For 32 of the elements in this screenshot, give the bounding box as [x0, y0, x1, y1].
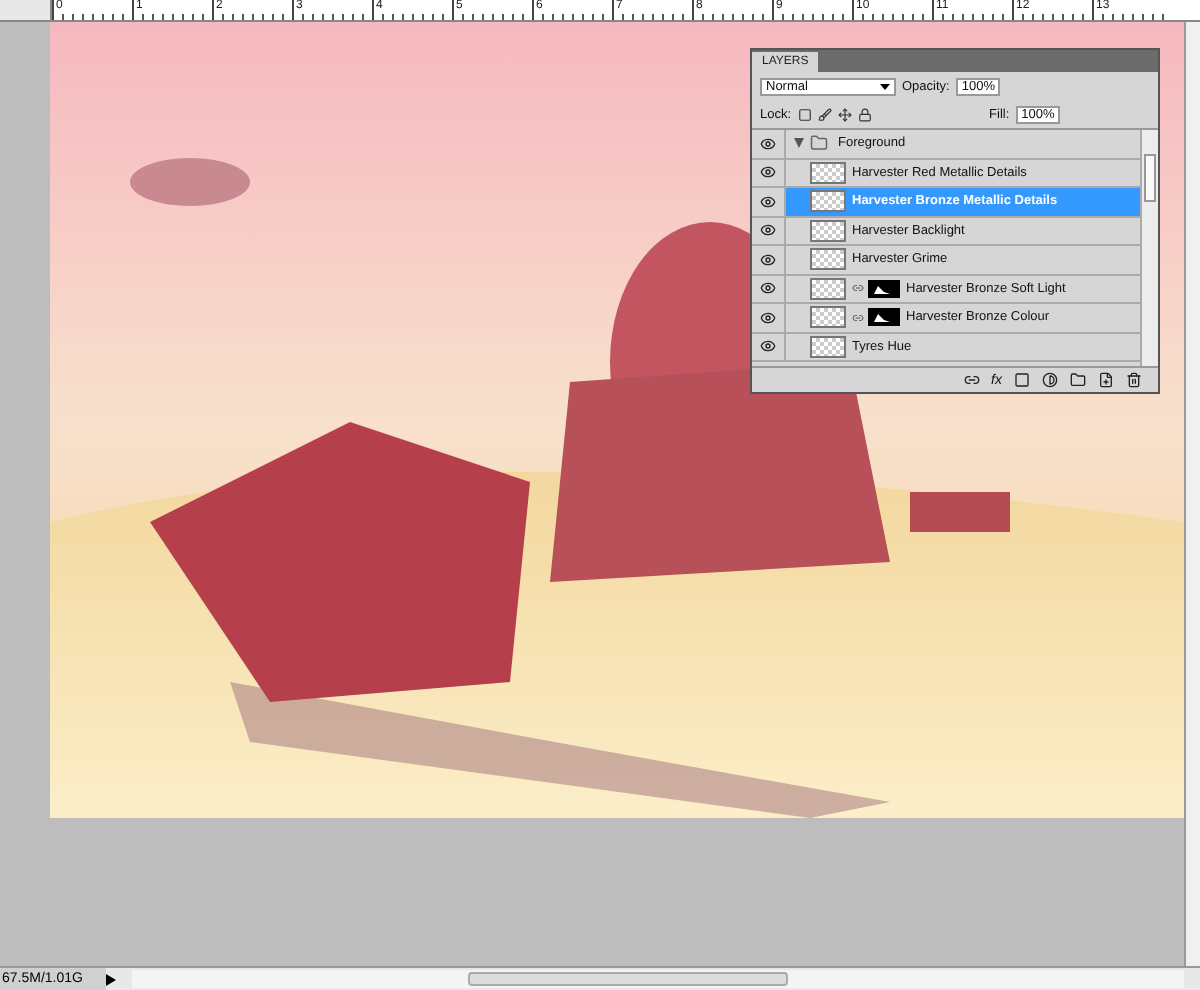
layer-thumbnail: [810, 277, 846, 300]
folder-icon: [810, 134, 828, 153]
folder-icon[interactable]: [1070, 372, 1086, 388]
eye-icon[interactable]: [760, 338, 776, 355]
caret-icon: [880, 83, 890, 89]
trash-icon[interactable]: [1126, 372, 1142, 388]
mask-thumbnail: [868, 308, 900, 327]
eye-icon[interactable]: [760, 309, 776, 326]
layer-thumbnail: [810, 161, 846, 184]
disclosure-triangle-icon[interactable]: [794, 138, 804, 149]
move-icon[interactable]: [837, 107, 852, 121]
lock-transparency-icon[interactable]: [797, 107, 812, 121]
eye-icon[interactable]: [760, 193, 776, 210]
layer-thumbnail: [810, 306, 846, 329]
layer-thumbnail: [810, 219, 846, 242]
eye-icon[interactable]: [760, 164, 776, 181]
eye-icon[interactable]: [760, 251, 776, 268]
layer-thumbnail: [810, 335, 846, 358]
adjustment-icon[interactable]: [1042, 372, 1058, 388]
brush-icon[interactable]: [817, 107, 832, 121]
layer-thumbnail: [810, 190, 846, 213]
eye-icon[interactable]: [760, 222, 776, 239]
link-icon[interactable]: [963, 372, 980, 388]
layer-thumbnail: [810, 248, 846, 271]
mask-icon[interactable]: [1014, 372, 1030, 388]
new-layer-icon[interactable]: [1098, 372, 1114, 388]
eye-icon[interactable]: [760, 135, 776, 152]
lock-icon[interactable]: [857, 107, 872, 121]
eye-icon[interactable]: [760, 280, 776, 297]
layers-scrollbar[interactable]: [1140, 130, 1158, 366]
play-arrow-icon[interactable]: [106, 973, 116, 985]
mask-thumbnail: [868, 279, 900, 298]
